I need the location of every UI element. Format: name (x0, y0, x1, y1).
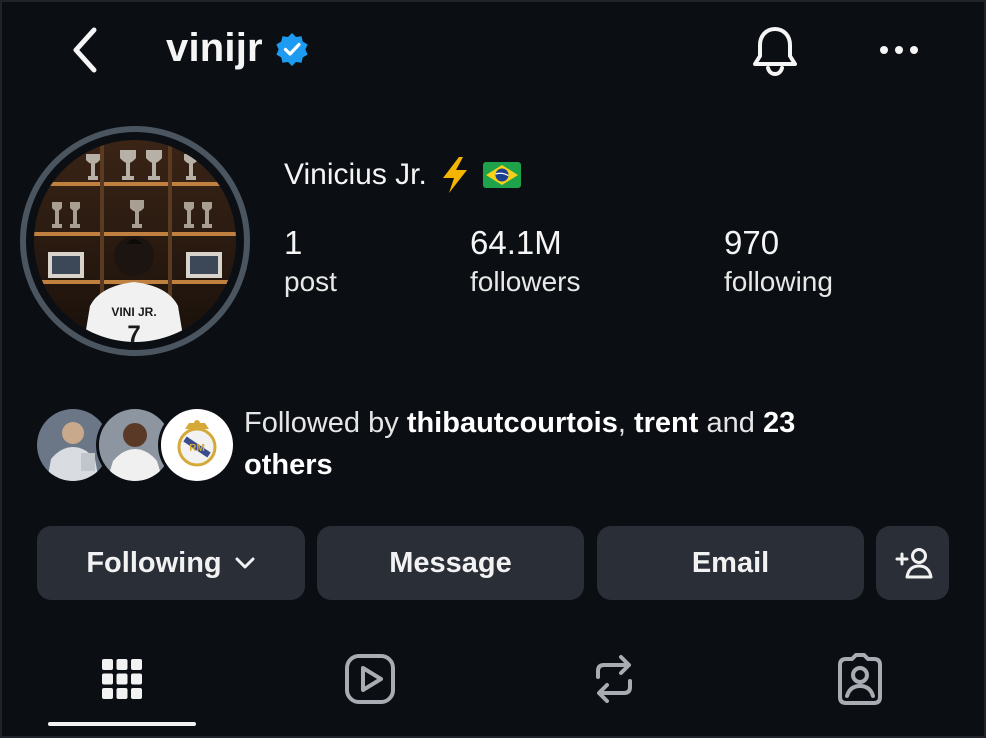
verified-badge-icon (276, 32, 308, 66)
followed-by-and: and (698, 407, 763, 439)
followers-label: followers (470, 266, 581, 297)
screen-frame (0, 0, 986, 738)
lightning-emoji-icon (442, 157, 467, 193)
chevron-left-icon (73, 27, 97, 73)
message-label: Message (389, 546, 512, 579)
avatar-photo: VINI JR. 7 (34, 140, 236, 342)
posts-stat[interactable]: 1 post (284, 224, 337, 302)
following-label: following (724, 266, 833, 297)
posts-label: post (284, 266, 337, 297)
tab-reposts[interactable] (540, 648, 688, 710)
more-options-button[interactable] (870, 30, 928, 70)
email-label: Email (691, 546, 770, 579)
tab-reels[interactable] (296, 648, 444, 710)
followed-by-prefix: Followed by (244, 407, 407, 439)
posts-count: 1 (284, 224, 303, 261)
mutual-others-label: others (244, 449, 333, 481)
reels-icon (345, 654, 395, 704)
chevron-down-icon (235, 557, 255, 569)
following-stat[interactable]: 970 following (724, 224, 833, 302)
message-button[interactable]: Message (317, 526, 584, 600)
add-user-icon (895, 548, 932, 579)
svg-text:VINI JR.: VINI JR. (111, 305, 156, 319)
mutual-user-2[interactable]: trent (634, 407, 698, 439)
mutual-avatar-3: RM (158, 406, 236, 484)
tab-grid[interactable] (48, 648, 196, 710)
following-count: 970 (724, 224, 780, 261)
email-button[interactable]: Email (597, 526, 864, 600)
profile-avatar[interactable]: VINI JR. 7 (20, 126, 250, 356)
followers-count: 64.1M (470, 224, 562, 261)
grid-icon (102, 659, 142, 699)
following-button[interactable]: Following (37, 526, 305, 600)
svg-text:RM: RM (189, 443, 205, 454)
notifications-button[interactable] (746, 22, 804, 80)
mutual-others-count: 23 (762, 407, 796, 439)
followed-by-sep: , (617, 407, 634, 439)
suggested-users-button[interactable] (876, 526, 949, 600)
back-button[interactable] (66, 26, 106, 74)
username: vinijr (166, 26, 263, 70)
followers-stat[interactable]: 64.1M followers (470, 224, 580, 302)
following-label: Following (86, 546, 222, 579)
display-name: Vinicius Jr. (284, 158, 427, 191)
repost-icon (596, 655, 632, 703)
mutual-followers-avatars[interactable]: RM (34, 406, 236, 484)
mutual-user-1[interactable]: thibautcourtois (407, 407, 618, 439)
tab-tagged[interactable] (786, 648, 934, 710)
tagged-icon (838, 653, 882, 705)
profile-header: vinijr (166, 26, 309, 71)
brazil-flag-icon (482, 162, 521, 188)
svg-text:7: 7 (127, 321, 140, 342)
more-horizontal-icon (880, 46, 918, 54)
bell-icon (753, 27, 797, 77)
display-name-row: Vinicius Jr. (284, 156, 521, 194)
followed-by-text[interactable]: Followed by thibautcourtois, trent and 2… (244, 402, 924, 486)
active-tab-indicator (48, 722, 196, 726)
